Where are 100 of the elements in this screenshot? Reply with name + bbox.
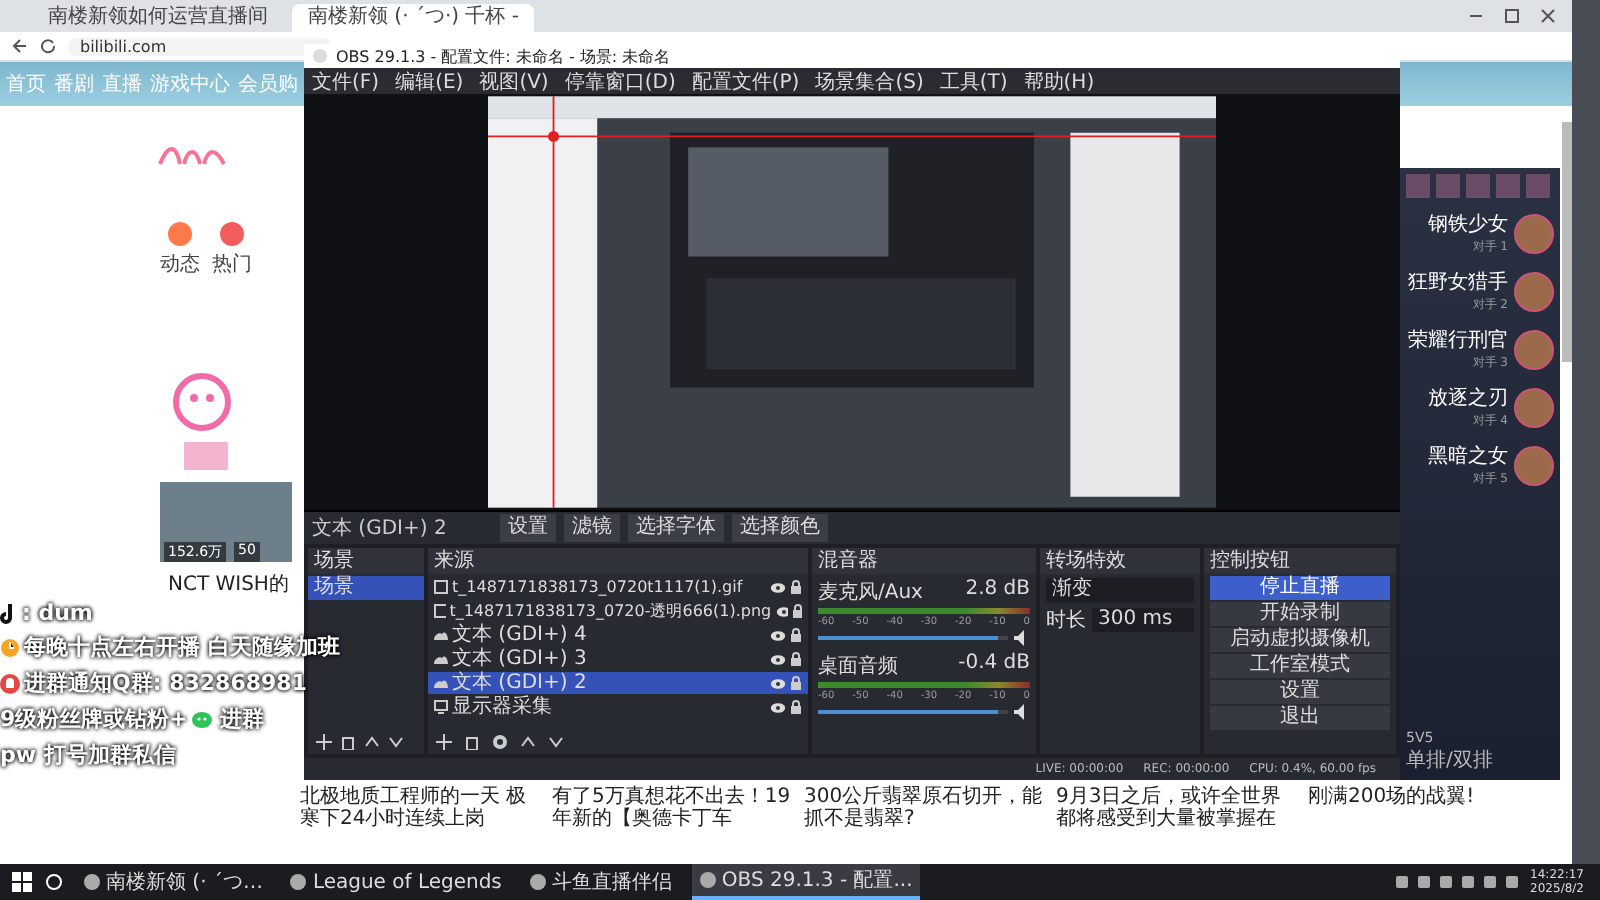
search-icon[interactable] bbox=[44, 872, 64, 892]
overlay-text: : dum bbox=[22, 600, 93, 626]
down-chevron-icon[interactable] bbox=[388, 734, 404, 750]
menu-item[interactable]: 编辑(E) bbox=[395, 67, 464, 95]
channel-name: 麦克风/Aux bbox=[818, 579, 923, 606]
lock-icon[interactable] bbox=[792, 604, 802, 618]
down-chevron-icon[interactable] bbox=[548, 734, 564, 750]
maximize-icon[interactable] bbox=[1504, 8, 1520, 24]
toolbar-button[interactable]: 选择字体 bbox=[628, 514, 724, 542]
champion-square-icon bbox=[1406, 174, 1430, 198]
eye-icon[interactable] bbox=[770, 653, 786, 665]
eye-icon[interactable] bbox=[770, 629, 786, 641]
browser-tab[interactable]: 南楼新领如何运营直播间 bbox=[32, 4, 284, 32]
chat-bubble-icon bbox=[191, 709, 216, 729]
source-item[interactable]: 显示器采集 bbox=[428, 696, 808, 718]
control-button[interactable]: 停止直播 bbox=[1210, 576, 1390, 600]
menu-item[interactable]: 视图(V) bbox=[479, 67, 549, 95]
nav-round-icon bbox=[168, 222, 192, 246]
db-reading: 2.8 dB bbox=[965, 578, 1030, 604]
db-reading: -0.4 dB bbox=[958, 652, 1030, 678]
overlay-text: 进群 bbox=[219, 704, 264, 734]
champion-square-icon bbox=[1466, 174, 1490, 198]
taskbar-app[interactable]: OBS 29.1.3 - 配置... bbox=[691, 864, 921, 900]
eye-icon[interactable] bbox=[775, 605, 789, 617]
lock-icon[interactable] bbox=[790, 628, 802, 642]
champion-name: 放逐之刃 bbox=[1428, 385, 1508, 412]
lock-icon[interactable] bbox=[790, 580, 802, 594]
browser-tab[interactable]: 南楼新领 (· ´つ·) 千杯 - bbox=[292, 4, 535, 32]
video-headline[interactable]: 9月3日之后，或许全世界都将感受到大量被掌握在 bbox=[1056, 786, 1300, 830]
settings-icon[interactable] bbox=[492, 734, 508, 750]
side-link[interactable]: 动态 bbox=[160, 250, 200, 278]
champion-square-icon bbox=[1496, 174, 1520, 198]
eye-icon[interactable] bbox=[770, 701, 786, 713]
speaker-icon[interactable] bbox=[1014, 704, 1030, 720]
scrollbar[interactable] bbox=[1562, 122, 1572, 362]
champion-square-icon bbox=[1436, 174, 1460, 198]
portrait-placeholder bbox=[1514, 213, 1554, 253]
lock-icon[interactable] bbox=[790, 652, 802, 666]
toolbar-button[interactable]: 滤镜 bbox=[564, 514, 620, 542]
eye-icon[interactable] bbox=[770, 677, 786, 689]
toolbar-button[interactable]: 选择颜色 bbox=[732, 514, 828, 542]
duration-label: 时长 bbox=[1046, 607, 1086, 634]
source-item[interactable]: 文本 (GDI+) 3 bbox=[428, 648, 808, 670]
queue-type: 单排/双排 bbox=[1406, 747, 1493, 774]
speaker-icon[interactable] bbox=[1014, 630, 1030, 646]
panel-title: 混音器 bbox=[812, 548, 1036, 574]
champion-name: 黑暗之女 bbox=[1428, 443, 1508, 470]
scene-item[interactable]: 场景 bbox=[308, 576, 424, 600]
add-icon[interactable] bbox=[436, 734, 452, 750]
source-item[interactable]: t_1487171838173_0720-透明666(1).png bbox=[428, 600, 808, 622]
menu-item[interactable]: 文件(F) bbox=[312, 67, 380, 95]
panel-title: 场景 bbox=[308, 548, 424, 574]
overlay-text: pw 打号加群私信 bbox=[0, 740, 176, 770]
menu-item[interactable]: 停靠窗口(D) bbox=[564, 67, 676, 95]
control-button[interactable]: 启动虚拟摄像机 bbox=[1210, 628, 1390, 652]
lock-icon[interactable] bbox=[790, 676, 802, 690]
overlay-text: 9级粉丝牌或钻粉+ bbox=[0, 704, 188, 734]
menu-item[interactable]: 场景集合(S) bbox=[815, 67, 924, 95]
up-chevron-icon[interactable] bbox=[364, 734, 380, 750]
toolbar-button[interactable]: 设置 bbox=[500, 514, 556, 542]
control-button[interactable]: 工作室模式 bbox=[1210, 654, 1390, 678]
control-button[interactable]: 开始录制 bbox=[1210, 602, 1390, 626]
source-item[interactable]: 文本 (GDI+) 4 bbox=[428, 624, 808, 646]
music-note-icon bbox=[0, 603, 18, 623]
source-item[interactable]: t_1487171838173_0720t1117(1).gif bbox=[428, 576, 808, 598]
lock-icon[interactable] bbox=[790, 700, 802, 714]
video-headline[interactable]: 刚满200场的战翼! bbox=[1308, 786, 1552, 830]
address-field[interactable]: bilibili.com bbox=[68, 37, 332, 55]
control-button[interactable]: 设置 bbox=[1210, 680, 1390, 704]
menu-item[interactable]: 配置文件(P) bbox=[691, 67, 800, 95]
transition-dropdown[interactable]: 渐变 bbox=[1046, 578, 1194, 602]
taskbar-app[interactable]: 南楼新领 (· ´つ… bbox=[76, 864, 271, 900]
source-item[interactable]: 文本 (GDI+) 2 bbox=[428, 672, 808, 694]
video-title[interactable]: NCT WISH的 bbox=[168, 570, 289, 598]
channel-name: 桌面音频 bbox=[818, 653, 898, 680]
windows-logo-icon[interactable] bbox=[12, 872, 32, 892]
reload-icon[interactable] bbox=[40, 38, 56, 54]
control-button[interactable]: 退出 bbox=[1210, 706, 1390, 730]
video-headline[interactable]: 有了5万真想花不出去！19年新的【奥德卡丁车 bbox=[552, 786, 796, 830]
champion-name: 狂野女猎手 bbox=[1408, 269, 1508, 296]
video-headline[interactable]: 北极地质工程师的一天 极寒下24小时连续上岗 bbox=[300, 786, 544, 830]
close-icon[interactable] bbox=[1540, 8, 1556, 24]
duration-field[interactable]: 300 ms bbox=[1092, 608, 1194, 632]
video-thumbnail[interactable] bbox=[160, 482, 292, 562]
taskbar-app[interactable]: 斗鱼直播伴侣 bbox=[521, 864, 680, 900]
add-icon[interactable] bbox=[316, 734, 332, 750]
champion-name: 钢铁少女 bbox=[1428, 211, 1508, 238]
back-arrow-icon[interactable] bbox=[12, 38, 28, 54]
portrait-placeholder bbox=[1514, 387, 1554, 427]
panel-title: 转场特效 bbox=[1040, 548, 1200, 574]
monitor-icon bbox=[434, 700, 448, 714]
side-link[interactable]: 热门 bbox=[212, 250, 252, 278]
up-chevron-icon[interactable] bbox=[520, 734, 536, 750]
menu-item[interactable]: 工具(T) bbox=[939, 67, 1008, 95]
app-logo-icon bbox=[312, 48, 328, 64]
taskbar-app[interactable]: League of Legends bbox=[282, 864, 510, 900]
menu-item[interactable]: 帮助(H) bbox=[1023, 67, 1095, 95]
eye-icon[interactable] bbox=[770, 581, 786, 593]
panel-title: 来源 bbox=[428, 548, 808, 574]
video-headline[interactable]: 300公斤翡翠原石切开，能抓不是翡翠? bbox=[804, 786, 1048, 830]
